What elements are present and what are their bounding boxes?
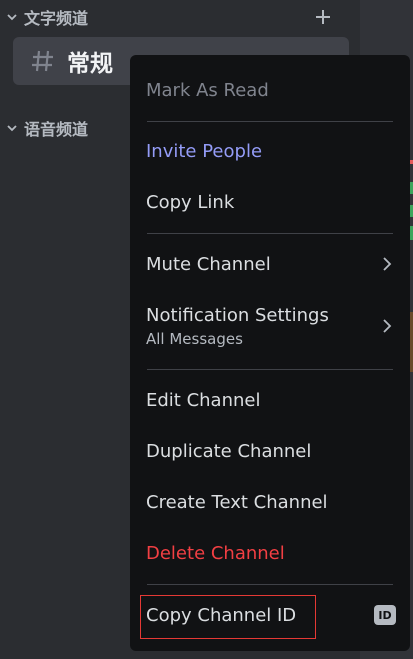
chevron-down-icon	[0, 5, 24, 29]
channel-context-menu: Mark As Read Invite People Copy Link Mut…	[130, 55, 410, 651]
menu-item-mute-channel[interactable]: Mute Channel	[146, 253, 396, 275]
notification-settings-value: All Messages	[146, 329, 243, 348]
menu-item-delete-channel[interactable]: Delete Channel	[146, 542, 396, 564]
chevron-right-icon	[378, 317, 396, 335]
copy-channel-id-highlight	[140, 595, 316, 639]
menu-divider	[147, 121, 393, 122]
menu-item-create-text-channel[interactable]: Create Text Channel	[146, 491, 396, 513]
category-label: 语音频道	[24, 120, 89, 139]
menu-divider	[147, 369, 393, 370]
menu-item-notification-settings[interactable]: Notification Settings All Messages	[146, 301, 396, 351]
category-text-channels[interactable]: 文字频道	[0, 5, 88, 29]
hash-icon	[13, 48, 63, 74]
discord-window: 文字频道 常规 语音频道 Mark As Read Invite People …	[0, 0, 413, 659]
chevron-down-icon	[0, 116, 24, 140]
menu-item-copy-link[interactable]: Copy Link	[146, 191, 396, 213]
chevron-right-icon	[378, 255, 396, 273]
plus-icon[interactable]	[312, 5, 334, 29]
menu-item-duplicate-channel[interactable]: Duplicate Channel	[146, 440, 396, 462]
notification-settings-label: Notification Settings	[146, 304, 329, 326]
menu-item-mark-as-read[interactable]: Mark As Read	[146, 79, 396, 101]
menu-divider	[147, 233, 393, 234]
category-label: 文字频道	[24, 9, 89, 28]
menu-item-edit-channel[interactable]: Edit Channel	[146, 389, 396, 411]
menu-item-invite-people[interactable]: Invite People	[146, 140, 396, 162]
channel-name: 常规	[67, 51, 113, 77]
id-icon: ID	[374, 605, 396, 625]
menu-divider	[147, 584, 393, 585]
category-voice-channels[interactable]: 语音频道	[0, 116, 88, 140]
